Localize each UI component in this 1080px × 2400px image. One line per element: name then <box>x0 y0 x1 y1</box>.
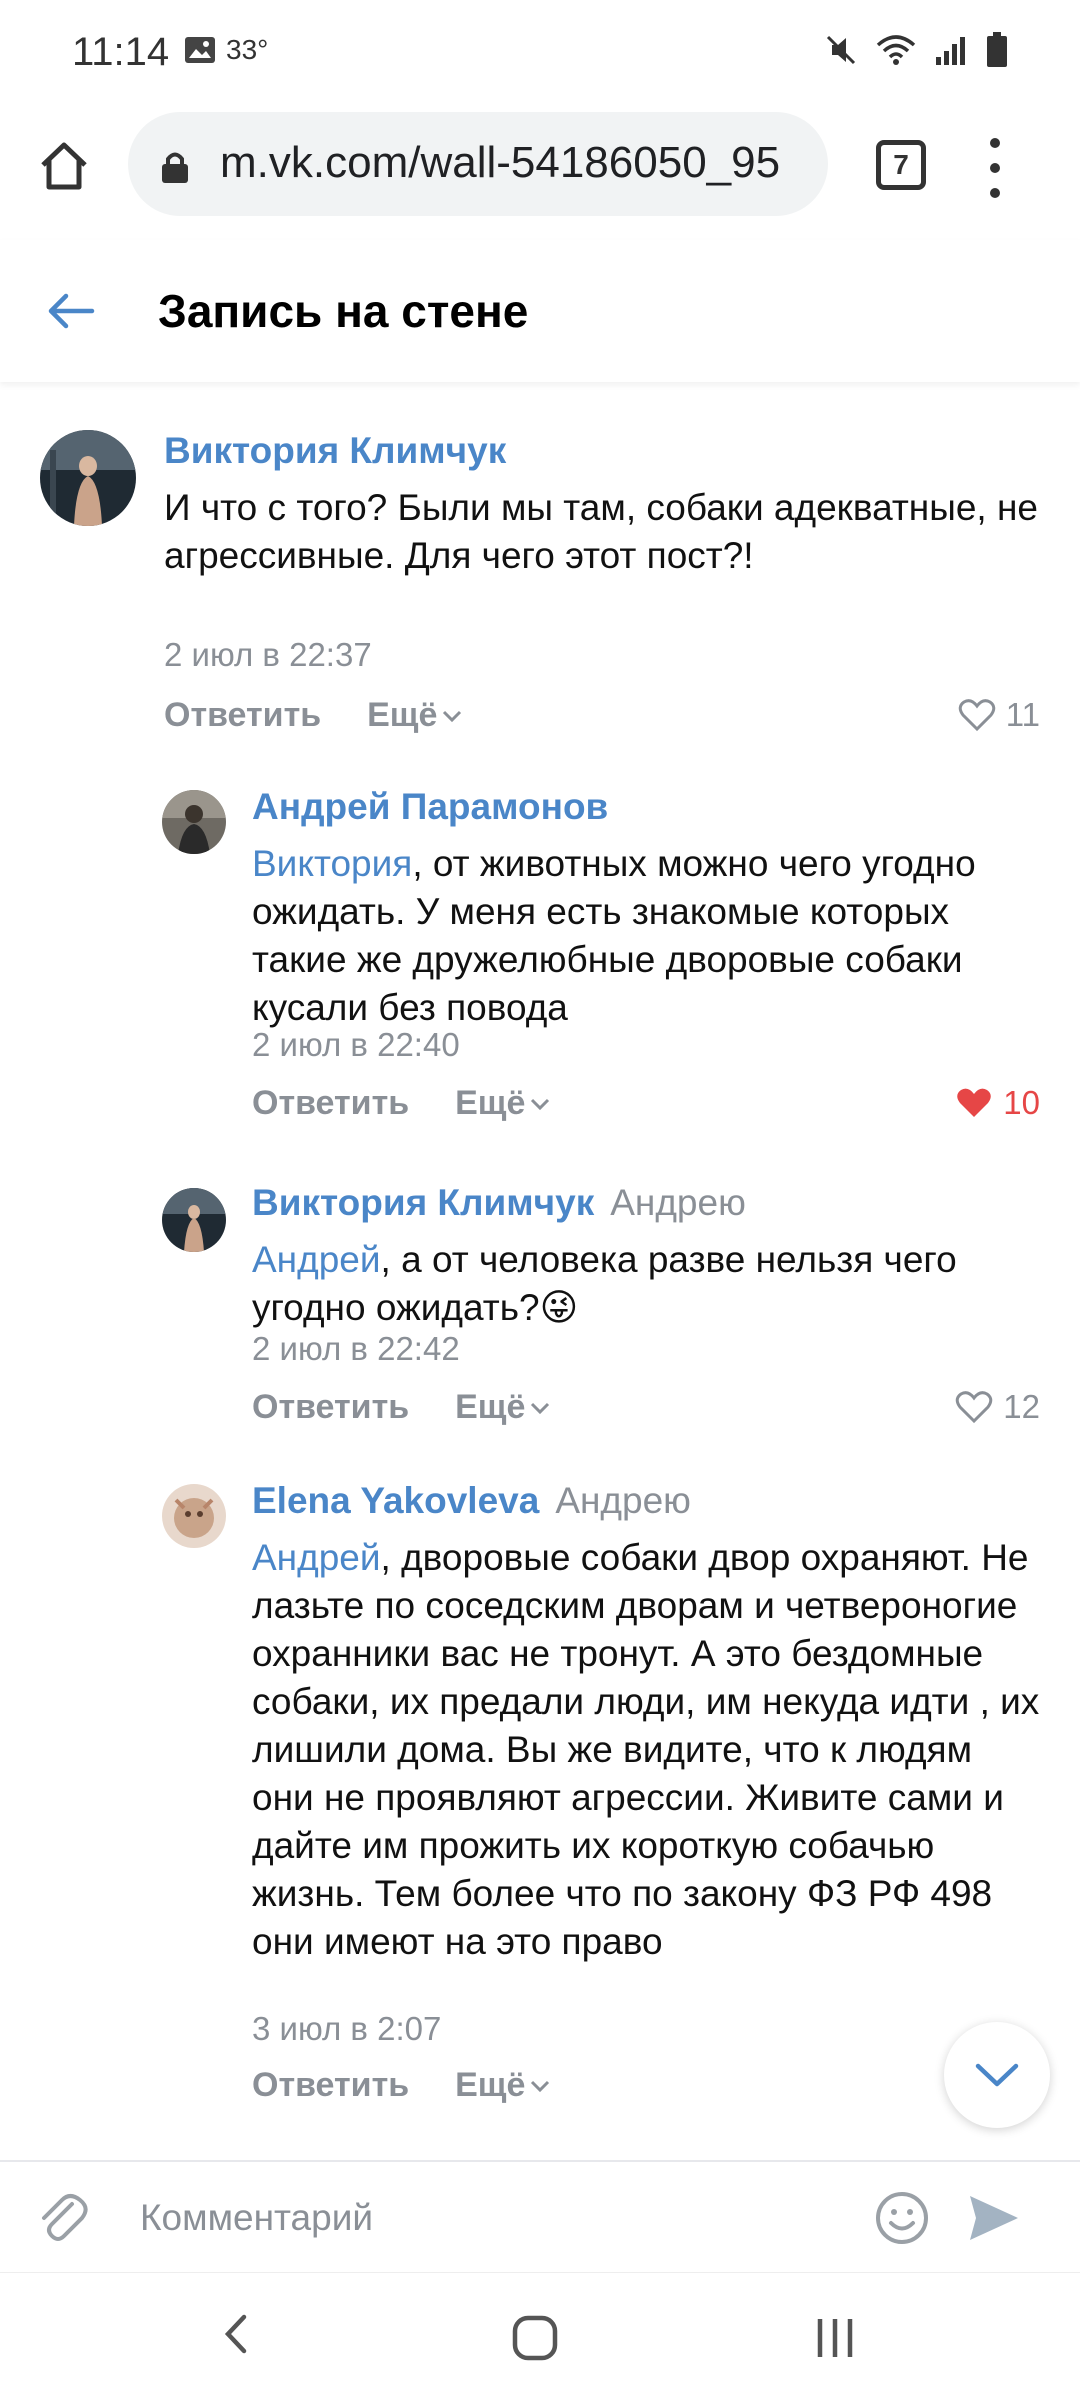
chevron-down-icon <box>531 1402 550 1414</box>
comment-actions: Ответить Ещё <box>252 1084 551 1123</box>
nav-back-icon[interactable] <box>212 2309 262 2359</box>
image-icon <box>185 37 215 63</box>
comment-body: , дворовые собаки двор охраняют. Не лазь… <box>252 1537 1040 1962</box>
author-name[interactable]: Виктория Климчук <box>164 430 506 471</box>
like-button[interactable]: 11 <box>958 696 1040 734</box>
more-button[interactable]: Ещё <box>455 1084 551 1123</box>
comment: Виктория Климчук И что с того? Были мы т… <box>0 382 1080 762</box>
mention-link[interactable]: Андрей <box>252 1239 381 1280</box>
more-button[interactable]: Ещё <box>455 2066 551 2105</box>
comment-date[interactable]: 2 июл в 22:42 <box>252 1330 460 1368</box>
signal-icon <box>936 37 965 65</box>
comment-input[interactable] <box>140 2188 840 2248</box>
mute-icon <box>826 35 856 65</box>
comment-actions: Ответить Ещё <box>252 2066 551 2105</box>
like-button[interactable]: 12 <box>955 1388 1040 1426</box>
status-bar: 11:14 33° <box>0 0 1080 100</box>
comment-author[interactable]: Виктория Климчук Андрею <box>252 1182 746 1224</box>
heart-icon <box>956 1391 993 1424</box>
scroll-down-button[interactable] <box>944 2022 1050 2128</box>
nav-home-icon[interactable] <box>510 2313 560 2363</box>
comment-author[interactable]: Elena Yakovleva Андрею <box>252 1480 691 1522</box>
comment: Elena Yakovleva Андрею Андрей, дворовые с… <box>0 1462 1080 2160</box>
comment-actions: Ответить Ещё <box>252 1388 551 1427</box>
back-button[interactable] <box>36 276 106 346</box>
status-right-icons <box>824 32 1008 68</box>
comment: Андрей Парамонов Виктория, от животных м… <box>0 772 1080 1152</box>
more-label: Ещё <box>455 1084 526 1122</box>
comment-text: Виктория, от животных можно чего угодно … <box>252 840 1042 1032</box>
comment-body: И что с того? Были мы там, собаки адеква… <box>164 487 1038 576</box>
home-icon <box>41 142 87 190</box>
wifi-icon <box>876 35 916 65</box>
comment-text: И что с того? Были мы там, собаки адеква… <box>164 484 1044 580</box>
reply-button[interactable]: Ответить <box>164 696 321 735</box>
status-time: 11:14 <box>72 30 170 74</box>
comments-feed[interactable]: Виктория Климчук И что с того? Были мы т… <box>0 382 1080 2160</box>
more-button[interactable]: Ещё <box>367 696 463 735</box>
chevron-down-icon <box>531 2080 550 2092</box>
mention-link[interactable]: Виктория <box>252 843 412 884</box>
like-count: 12 <box>1003 1388 1040 1425</box>
reply-to[interactable]: Андрею <box>555 1480 691 1521</box>
more-label: Ещё <box>367 696 438 734</box>
reply-to[interactable]: Андрею <box>610 1182 746 1223</box>
address-bar[interactable]: m.vk.com/wall-54186050_95 <box>128 112 828 216</box>
like-count: 11 <box>1005 696 1040 733</box>
comment-date[interactable]: 2 июл в 22:37 <box>164 636 372 674</box>
comment-author[interactable]: Виктория Климчук <box>164 430 506 472</box>
send-icon[interactable] <box>966 2192 1022 2244</box>
smiley-icon[interactable] <box>874 2190 930 2246</box>
avatar[interactable] <box>162 1484 226 1548</box>
comment-text: Андрей, дворовые собаки двор охраняют. Н… <box>252 1534 1042 1966</box>
like-count: 10 <box>1003 1084 1040 1121</box>
more-vert-icon[interactable] <box>980 138 1010 198</box>
comment-author[interactable]: Андрей Парамонов <box>252 786 608 828</box>
reply-button[interactable]: Ответить <box>252 2066 409 2105</box>
url-text: m.vk.com/wall-54186050_95 <box>220 138 781 187</box>
chevron-down-icon <box>531 1098 550 1110</box>
like-button[interactable]: 10 <box>955 1084 1040 1122</box>
comment-input-bar <box>0 2160 1080 2272</box>
status-temperature: 33° <box>226 34 269 65</box>
arrow-left-icon <box>48 293 95 329</box>
chevron-down-icon <box>443 710 462 722</box>
battery-icon <box>987 32 1007 67</box>
heart-icon <box>957 1088 992 1117</box>
tab-switcher-button[interactable]: 7 <box>876 140 926 190</box>
system-nav-bar <box>0 2272 1080 2400</box>
page-title: Запись на стене <box>158 285 529 337</box>
chevron-down-icon <box>975 2063 1019 2087</box>
page-header: Запись на стене <box>0 240 1080 382</box>
more-label: Ещё <box>455 1388 526 1426</box>
comment-date[interactable]: 3 июл в 2:07 <box>252 2010 441 2048</box>
author-name[interactable]: Виктория Климчук <box>252 1182 594 1223</box>
paperclip-icon[interactable] <box>32 2188 92 2248</box>
browser-toolbar: m.vk.com/wall-54186050_95 7 <box>0 100 1080 240</box>
reply-button[interactable]: Ответить <box>252 1084 409 1123</box>
lock-icon <box>162 152 188 183</box>
status-left-icons: 33° <box>184 34 268 66</box>
more-button[interactable]: Ещё <box>455 1388 551 1427</box>
comment-text: Андрей, а от человека разве нельзя чего … <box>252 1236 1042 1332</box>
avatar[interactable] <box>162 790 226 854</box>
heart-icon <box>958 699 995 732</box>
home-button[interactable] <box>28 130 100 202</box>
reply-button[interactable]: Ответить <box>252 1388 409 1427</box>
comment: Виктория Климчук Андрею Андрей, а от чело… <box>0 1162 1080 1462</box>
author-name[interactable]: Elena Yakovleva <box>252 1480 539 1521</box>
avatar[interactable] <box>40 430 136 526</box>
author-name[interactable]: Андрей Парамонов <box>252 786 608 827</box>
more-label: Ещё <box>455 2066 526 2104</box>
comment-actions: Ответить Ещё <box>164 696 463 735</box>
mention-link[interactable]: Андрей <box>252 1537 381 1578</box>
nav-recents-icon[interactable] <box>810 2313 860 2363</box>
comment-date[interactable]: 2 июл в 22:40 <box>252 1026 460 1064</box>
avatar[interactable] <box>162 1188 226 1252</box>
